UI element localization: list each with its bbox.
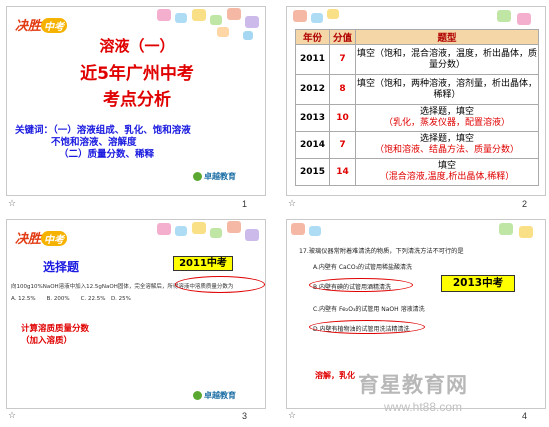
puzzle-decoration — [192, 222, 206, 234]
type-cell: 填空（饱和，混合溶液，温度，析出晶体，质量分数） — [355, 44, 539, 75]
table-row: 2015 14 填空 （混合溶液,温度,析出晶体,稀释） — [295, 158, 539, 186]
keywords-line-2: 不饱和溶液、溶解度 — [51, 137, 137, 148]
puzzle-decoration — [210, 15, 222, 25]
puzzle-decoration — [311, 13, 323, 23]
puzzle-decoration — [157, 9, 171, 21]
puzzle-decoration — [227, 8, 241, 20]
slide-number: 2 — [522, 199, 528, 209]
puzzle-decoration — [497, 10, 511, 22]
type-cell: 填空（饱和，两种溶液，溶剂量，析出晶体，稀释） — [355, 74, 539, 105]
year-cell: 2013 — [295, 104, 330, 132]
exam-year-badge: 2011中考 — [173, 256, 233, 271]
puzzle-decoration — [227, 221, 241, 233]
year-cell: 2011 — [295, 44, 330, 75]
slide-title-line-3: 考点分析 — [103, 90, 171, 110]
slide-star-icon: ☆ — [8, 411, 17, 421]
puzzle-decoration — [157, 223, 171, 235]
highlight-oval — [309, 278, 413, 292]
year-cell: 2014 — [295, 131, 330, 159]
puzzle-decoration — [245, 229, 259, 241]
table-header-type: 题型 — [355, 29, 539, 45]
exam-analysis-table: 年份 分值 题型 2011 7 填空（饱和，混合溶液，温度，析出晶体，质量分数）… — [295, 29, 539, 186]
puzzle-decoration — [210, 228, 222, 238]
type-cell: 选择题，填空 （饱和溶液、结晶方法、质量分数） — [355, 131, 539, 159]
puzzle-decoration — [245, 16, 259, 28]
slide-number: 1 — [242, 199, 248, 209]
puzzle-decoration — [327, 9, 339, 19]
score-cell: 8 — [329, 74, 356, 105]
slide-3-thumbnail[interactable]: 决胜 中考 选择题 2011中考 向100g10%NaOH溶液中加入12.5gNa… — [6, 219, 266, 409]
slide-title-line-1: 溶液（一） — [99, 37, 175, 55]
puzzle-decoration — [175, 13, 187, 23]
score-cell: 14 — [329, 158, 356, 186]
score-cell: 7 — [329, 131, 356, 159]
type-cell: 选择题，填空 （乳化，蒸发仪器，配置溶液） — [355, 104, 539, 132]
slide-star-icon: ☆ — [288, 411, 297, 421]
puzzle-decoration — [519, 226, 533, 238]
brand-icon — [193, 391, 202, 400]
puzzle-decoration — [499, 223, 513, 235]
year-cell: 2015 — [295, 158, 330, 186]
table-row: 2012 8 填空（饱和，两种溶液，溶剂量，析出晶体，稀释） — [295, 74, 539, 105]
brand-icon — [193, 172, 202, 181]
table-row: 2013 10 选择题，填空 （乳化，蒸发仪器，配置溶液） — [295, 104, 539, 132]
puzzle-decoration — [309, 226, 321, 236]
puzzle-decoration — [192, 9, 206, 21]
answer-options: A. 12.5% B. 200% C. 22.5% D. 25% — [11, 296, 131, 302]
watermark-title: 育星教育网 — [358, 373, 468, 397]
exam-year-badge: 2013中考 — [441, 275, 515, 292]
note-line-2: （加入溶质） — [21, 336, 73, 346]
highlight-oval — [309, 320, 425, 334]
score-cell: 7 — [329, 44, 356, 75]
slide-number: 4 — [522, 411, 528, 421]
table-row: 2011 7 填空（饱和，混合溶液，温度，析出晶体，质量分数） — [295, 44, 539, 75]
question-text: 17.玻璃仪器常附着难清洗的物质，下列清洗方法不可行的是 — [299, 248, 464, 255]
section-heading: 选择题 — [43, 260, 80, 274]
slide-number: 3 — [242, 411, 248, 421]
watermark-url: www.ht88.com — [384, 400, 463, 414]
puzzle-decoration — [175, 226, 187, 236]
keywords-line-1: 关键词：（一）溶液组成、乳化、饱和溶液 — [15, 125, 191, 136]
year-cell: 2012 — [295, 74, 330, 105]
logo: 决胜 中考 — [15, 228, 68, 247]
option-a: A.内壁有 CaCO₃的试管用稀盐酸清洗 — [313, 264, 412, 271]
puzzle-decoration — [517, 13, 531, 25]
slide-star-icon: ☆ — [8, 199, 17, 209]
slide-title-line-2: 近5年广州中考 — [80, 64, 194, 84]
table-header-year: 年份 — [295, 29, 330, 45]
highlight-oval — [175, 276, 265, 293]
slide-1-thumbnail[interactable]: 决胜 中考 溶液（一） 近5年广州中考 考点分析 关键词：（一）溶液组成、乳化、饱… — [6, 6, 266, 196]
brand-logo: 卓越教育 — [193, 171, 236, 182]
puzzle-decoration — [293, 10, 307, 22]
option-c: C.内壁有 Fe₂O₃的试管用 NaOH 溶液清洗 — [313, 306, 425, 313]
note-text: 溶解，乳化 — [315, 371, 355, 380]
table-header-score: 分值 — [329, 29, 356, 45]
type-cell: 填空 （混合溶液,温度,析出晶体,稀释） — [355, 158, 539, 186]
slide-2-thumbnail[interactable]: 年份 分值 题型 2011 7 填空（饱和，混合溶液，温度，析出晶体，质量分数）… — [286, 6, 546, 196]
note-line-1: 计算溶质质量分数 — [21, 324, 90, 334]
score-cell: 10 — [329, 104, 356, 132]
keywords-line-3: （二）质量分数、稀释 — [59, 149, 155, 160]
brand-logo: 卓越教育 — [193, 390, 236, 401]
puzzle-decoration — [291, 223, 305, 235]
slide-star-icon: ☆ — [288, 199, 297, 209]
table-row: 2014 7 选择题，填空 （饱和溶液、结晶方法、质量分数） — [295, 131, 539, 159]
logo: 决胜 中考 — [15, 15, 68, 34]
